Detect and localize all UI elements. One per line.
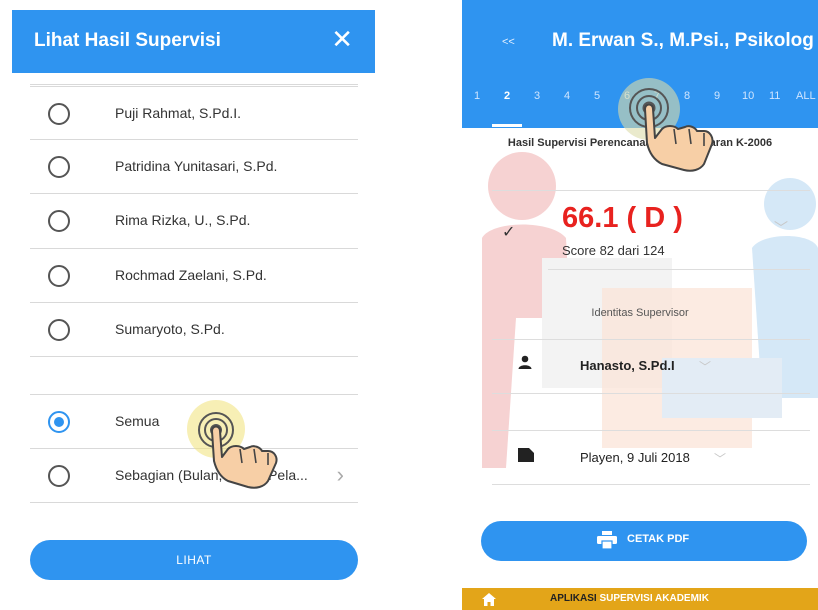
radio-button[interactable] [48,465,70,487]
document-icon [518,448,534,462]
print-pdf-button[interactable]: CETAK PDF [481,521,807,561]
chevron-down-icon[interactable]: ﹀ [699,358,711,375]
chevron-right-icon: › [336,462,344,487]
radio-button[interactable] [48,319,70,341]
active-tab-indicator [492,124,522,127]
divider [492,339,810,340]
teacher-option-4[interactable]: Rochmad Zaelani, S.Pd. [30,248,358,302]
page-title: M. Erwan S., M.Psi., Psikolog [552,30,814,51]
teacher-option-2[interactable]: Patridina Yunitasari, S.Pd. [30,139,358,193]
tab-3[interactable]: 3 [534,90,540,102]
option-label: Patridina Yunitasari, S.Pd. [115,158,278,174]
divider [492,190,810,191]
print-pdf-label: CETAK PDF [627,533,690,545]
back-button[interactable]: << [502,36,515,48]
divider [492,430,810,431]
place-date: Playen, 9 Juli 2018 [580,450,690,465]
printer-icon [597,531,617,549]
section-label: Identitas Supervisor [591,307,689,319]
tab-10[interactable]: 10 [742,90,754,102]
tab-2[interactable]: 2 [504,90,510,102]
teacher-option-5[interactable]: Sumaryoto, S.Pd. [30,302,358,356]
result-screen: << M. Erwan S., M.Psi., Psikolog 1 2 3 4… [462,0,818,610]
teacher-option-3[interactable]: Rima Rizka, U., S.Pd. [30,193,358,247]
tab-11[interactable]: 11 [769,90,780,102]
divider [30,84,358,85]
score-detail: Score 82 dari 124 [562,243,665,258]
dialog-header: Lihat Hasil Supervisi ✕ [12,10,375,73]
option-label: Sumaryoto, S.Pd. [115,321,225,337]
radio-button-selected[interactable] [48,411,70,433]
radio-button[interactable] [48,103,70,125]
divider [492,393,810,394]
divider [30,356,358,357]
tab-5[interactable]: 5 [594,90,600,102]
supervisor-name: Hanasto, S.Pd.I [580,358,675,373]
divider [492,484,810,485]
close-icon[interactable]: ✕ [331,26,353,52]
chevron-down-icon[interactable]: ﹀ [774,218,788,238]
select-dialog: Lihat Hasil Supervisi ✕ Puji Rahmat, S.P… [12,10,375,610]
option-label: Rochmad Zaelani, S.Pd. [115,267,267,283]
footer-brand-part-1: APLIKASI [550,593,597,604]
dialog-title: Lihat Hasil Supervisi [34,30,221,51]
teacher-option-1[interactable]: Puji Rahmat, S.Pd.I. [30,86,358,140]
hand-pointer-icon [629,88,714,172]
tab-1[interactable]: 1 [474,90,480,102]
person-icon [518,355,532,369]
tab-4[interactable]: 4 [564,90,570,102]
score-value: 66.1 ( D ) [562,202,683,234]
divider [548,269,810,270]
chevron-down-icon[interactable]: ﹀ [714,450,726,467]
radio-button[interactable] [48,210,70,232]
footer-brand-part-2: SUPERVISI AKADEMIK [599,593,709,604]
option-label: Puji Rahmat, S.Pd.I. [115,105,242,121]
footer-brand: APLIKASI SUPERVISI AKADEMIK [550,593,709,604]
option-label: Semua [115,413,160,429]
radio-button[interactable] [48,265,70,287]
divider [30,502,358,503]
view-button[interactable]: LIHAT [30,540,358,580]
option-label: Rima Rizka, U., S.Pd. [115,212,251,228]
hand-pointer-icon [198,412,278,489]
footer-bar: APLIKASI SUPERVISI AKADEMIK [462,588,818,610]
check-icon: ✓ [502,224,516,241]
tab-all[interactable]: ALL [796,90,816,102]
radio-button[interactable] [48,156,70,178]
home-icon[interactable] [482,593,496,606]
